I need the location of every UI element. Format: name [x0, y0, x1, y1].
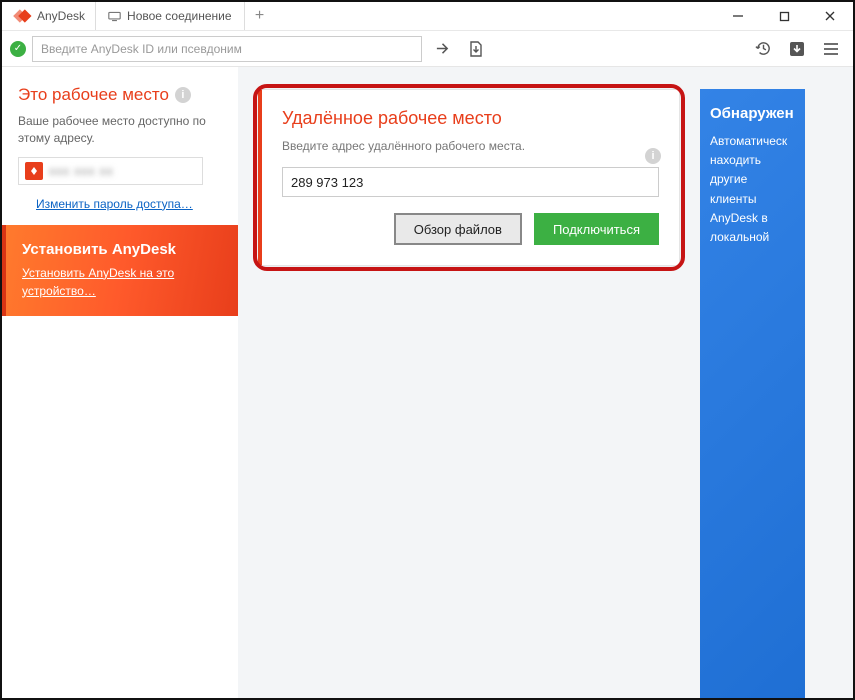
- status-ok-icon: ✓: [10, 41, 26, 57]
- connect-button[interactable]: Подключиться: [534, 213, 659, 245]
- close-icon: [824, 10, 836, 22]
- local-id-field[interactable]: xxx xxx xx: [18, 157, 203, 185]
- anydesk-id-badge-icon: [25, 162, 43, 180]
- file-transfer-button[interactable]: [462, 36, 490, 62]
- download-button[interactable]: [783, 36, 811, 62]
- local-id-value: xxx xxx xx: [49, 164, 114, 178]
- remote-title: Удалённое рабочее место: [282, 108, 659, 129]
- sidebar: Это рабочее место i Ваше рабочее место д…: [2, 67, 238, 698]
- tab-app-label: AnyDesk: [37, 9, 85, 23]
- plus-icon: +: [255, 7, 264, 25]
- monitor-icon: [108, 11, 121, 22]
- discovery-desc: Автоматическ находить другие клиенты Any…: [710, 132, 795, 247]
- change-password-link[interactable]: Изменить пароль доступа…: [36, 195, 193, 213]
- discovery-title: Обнаружен: [710, 105, 795, 122]
- remote-card-wrapper: Удалённое рабочее место Введите адрес уд…: [258, 89, 680, 266]
- anydesk-logo-icon: [8, 5, 35, 27]
- hamburger-icon: [823, 42, 839, 56]
- browse-files-button[interactable]: Обзор файлов: [394, 213, 522, 245]
- local-workstation-section: Это рабочее место i Ваше рабочее место д…: [2, 67, 238, 225]
- info-icon[interactable]: i: [645, 148, 661, 164]
- file-arrow-icon: [469, 41, 483, 57]
- tab-add-button[interactable]: +: [245, 2, 275, 30]
- main: Это рабочее место i Ваше рабочее место д…: [2, 67, 853, 698]
- window-controls: [715, 2, 853, 30]
- titlebar: AnyDesk Новое соединение +: [2, 2, 853, 31]
- download-icon: [789, 41, 805, 57]
- tab-new-connection[interactable]: Новое соединение: [96, 2, 245, 30]
- clock-history-icon: [755, 40, 772, 57]
- menu-button[interactable]: [817, 36, 845, 62]
- remote-actions: Обзор файлов Подключиться: [282, 213, 659, 245]
- history-button[interactable]: [749, 36, 777, 62]
- browse-label: Обзор файлов: [414, 222, 502, 237]
- local-title: Это рабочее место i: [18, 85, 222, 105]
- install-title: Установить AnyDesk: [22, 241, 222, 258]
- tab-new-label: Новое соединение: [127, 9, 232, 23]
- local-desc: Ваше рабочее место доступно по этому адр…: [18, 113, 222, 147]
- info-icon[interactable]: i: [175, 87, 191, 103]
- tab-app[interactable]: AnyDesk: [35, 2, 96, 30]
- arrow-right-icon: [435, 41, 450, 56]
- maximize-icon: [779, 11, 790, 22]
- content: Удалённое рабочее место Введите адрес уд…: [238, 67, 853, 698]
- window-minimize-button[interactable]: [715, 2, 761, 30]
- address-input[interactable]: [32, 36, 422, 62]
- go-button[interactable]: [428, 36, 456, 62]
- window-close-button[interactable]: [807, 2, 853, 30]
- remote-address-input[interactable]: [282, 167, 659, 197]
- install-link[interactable]: Установить AnyDesk на это устройство…: [22, 264, 222, 300]
- toolbar: ✓: [2, 31, 853, 67]
- connect-label: Подключиться: [553, 222, 640, 237]
- local-title-text: Это рабочее место: [18, 85, 169, 105]
- remote-card: Удалённое рабочее место Введите адрес уд…: [258, 89, 680, 266]
- window-maximize-button[interactable]: [761, 2, 807, 30]
- minimize-icon: [732, 10, 744, 22]
- remote-hint: Введите адрес удалённого рабочего места.: [282, 139, 659, 153]
- install-card: Установить AnyDesk Установить AnyDesk на…: [2, 225, 238, 316]
- discovery-card: Обнаружен Автоматическ находить другие к…: [700, 89, 805, 698]
